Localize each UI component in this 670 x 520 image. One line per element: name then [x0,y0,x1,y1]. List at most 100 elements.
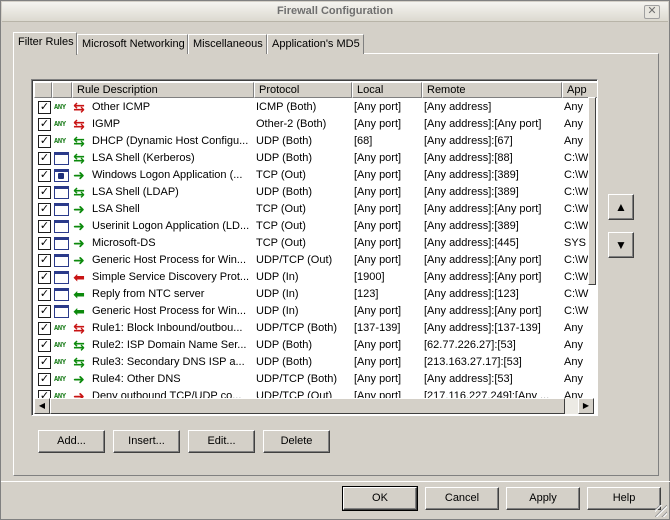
rule-remote-address: [Any address]:[88] [424,152,513,164]
resize-grip-icon[interactable] [655,505,667,517]
firewall-config-window: Firewall Configuration ✕ Filter Rules Mi… [0,0,670,520]
tab-microsoft-networking[interactable]: Microsoft Networking [77,34,188,54]
table-row[interactable]: ✓ ➜ Generic Host Process for Win... UDP/TCP… [34,252,594,269]
rule-enabled-checkbox[interactable]: ✓ [38,152,51,165]
logon-application-icon [54,169,69,182]
scroll-right-arrow-icon[interactable]: ▶ [578,398,594,414]
rule-protocol: TCP (Out) [256,169,306,181]
move-down-button[interactable]: ▼ [608,232,634,258]
rule-description: Simple Service Discovery Prot... [92,271,250,283]
rule-enabled-checkbox[interactable]: ✓ [38,339,51,352]
scroll-left-arrow-icon[interactable]: ◀ [34,398,50,414]
rule-remote-address: [Any address]:[Any port] [424,203,542,215]
delete-rule-button[interactable]: Delete [263,430,330,453]
horizontal-scroll-thumb[interactable] [50,398,565,414]
outbound-allow-arrow-icon: ➜ [73,218,85,234]
rule-local-port: [Any port] [354,152,402,164]
ok-button[interactable]: OK [342,486,418,511]
rule-enabled-checkbox[interactable]: ✓ [38,288,51,301]
rule-protocol: Other-2 (Both) [256,118,327,130]
apply-button[interactable]: Apply [506,487,580,510]
table-row[interactable]: ✓ ➜ LSA Shell TCP (Out) [Any port] [Any addre… [34,201,594,218]
table-row[interactable]: ✓ ➜ Microsoft-DS TCP (Out) [Any port] [Any ad… [34,235,594,252]
rule-protocol: UDP (In) [256,305,299,317]
rule-enabled-checkbox[interactable]: ✓ [38,356,51,369]
bidirectional-allow-arrow-icon: ⇆ [73,184,85,200]
rule-enabled-checkbox[interactable]: ✓ [38,118,51,131]
table-row[interactable]: ✓ ANY ⇆ Rule1: Block Inbound/outbou... UDP/T… [34,320,594,337]
table-row[interactable]: ✓ ➜ Userinit Logon Application (LD... TCP (… [34,218,594,235]
bidirectional-allow-arrow-icon: ⇆ [73,354,85,370]
rule-enabled-checkbox[interactable]: ✓ [38,169,51,182]
rule-enabled-checkbox[interactable]: ✓ [38,373,51,386]
rule-description: Generic Host Process for Win... [92,254,247,266]
rule-remote-address: [Any address]:[Any port] [424,118,542,130]
rule-description: Reply from NTC server [92,288,205,300]
tab-applications-md5[interactable]: Application's MD5 [267,34,364,54]
rule-remote-address: [Any address]:[137-139] [424,322,541,334]
rule-enabled-checkbox[interactable]: ✓ [38,101,51,114]
rule-description: Windows Logon Application (... [92,169,243,181]
header-icon[interactable] [52,82,72,98]
rule-description: LSA Shell (LDAP) [92,186,179,198]
rule-description: LSA Shell [92,203,140,215]
application-window-icon [54,305,69,318]
rule-enabled-checkbox[interactable]: ✓ [38,254,51,267]
table-row[interactable]: ✓ ANY ⇆ DHCP (Dynamic Host Configu... UDP (B… [34,133,594,150]
header-protocol[interactable]: Protocol [254,82,352,98]
rule-enabled-checkbox[interactable]: ✓ [38,271,51,284]
move-up-button[interactable]: ▲ [608,194,634,220]
header-check[interactable] [34,82,52,98]
table-row[interactable]: ✓ ANY ⇆ Other ICMP ICMP (Both) [Any port] [Any… [34,99,594,116]
table-row[interactable]: ✓ ANY ⇆ Rule3: Secondary DNS ISP a... UDP (B… [34,354,594,371]
list-body: ✓ ANY ⇆ Other ICMP ICMP (Both) [Any port] [Any… [34,99,594,403]
list-header: Rule Description Protocol Local Remote A… [34,82,597,98]
rule-protocol: UDP (Both) [256,135,313,147]
tab-miscellaneous[interactable]: Miscellaneous [188,34,267,54]
rules-list[interactable]: Rule Description Protocol Local Remote A… [31,79,598,416]
rule-enabled-checkbox[interactable]: ✓ [38,135,51,148]
add-rule-button[interactable]: Add... [38,430,105,453]
rule-enabled-checkbox[interactable]: ✓ [38,305,51,318]
application-window-icon [54,186,69,199]
application-window-icon [54,203,69,216]
help-button[interactable]: Help [587,487,661,510]
header-remote[interactable]: Remote [422,82,562,98]
cancel-button[interactable]: Cancel [425,487,499,510]
rule-remote-address: [Any address]:[389] [424,169,519,181]
any-application-icon: ANY [54,324,66,332]
rule-enabled-checkbox[interactable]: ✓ [38,186,51,199]
table-row[interactable]: ✓ ➜ Windows Logon Application (... TCP (Out… [34,167,594,184]
rule-local-port: [1900] [354,271,385,283]
bidirectional-allow-arrow-icon: ⇆ [73,150,85,166]
insert-rule-button[interactable]: Insert... [113,430,180,453]
rule-application: Any [564,356,583,368]
table-row[interactable]: ✓ ⬅ Reply from NTC server UDP (In) [123] [Any… [34,286,594,303]
table-row[interactable]: ✓ ⇆ LSA Shell (LDAP) UDP (Both) [Any port] [A… [34,184,594,201]
header-rule-description[interactable]: Rule Description [72,82,254,98]
rule-protocol: UDP (Both) [256,356,313,368]
tab-filter-rules[interactable]: Filter Rules [13,32,77,55]
table-row[interactable]: ✓ ANY ➜ Rule4: Other DNS UDP/TCP (Both) [Any … [34,371,594,388]
table-row[interactable]: ✓ ⇆ LSA Shell (Kerberos) UDP (Both) [Any por… [34,150,594,167]
rule-enabled-checkbox[interactable]: ✓ [38,203,51,216]
rule-enabled-checkbox[interactable]: ✓ [38,220,51,233]
table-row[interactable]: ✓ ⬅ Simple Service Discovery Prot... UDP (I… [34,269,594,286]
rule-description: Rule2: ISP Domain Name Ser... [92,339,247,351]
bidirectional-allow-arrow-icon: ⇆ [73,133,85,149]
table-row[interactable]: ✓ ANY ⇆ Rule2: ISP Domain Name Ser... UDP (B… [34,337,594,354]
header-local[interactable]: Local [352,82,422,98]
horizontal-scrollbar[interactable]: ◀ ▶ [34,398,594,414]
vertical-scroll-thumb[interactable] [588,97,596,285]
rule-enabled-checkbox[interactable]: ✓ [38,322,51,335]
bidirectional-block-arrow-icon: ⇆ [73,320,85,336]
close-button[interactable]: ✕ [644,5,660,19]
rule-enabled-checkbox[interactable]: ✓ [38,237,51,250]
table-row[interactable]: ✓ ANY ⇆ IGMP Other-2 (Both) [Any port] [Any ad… [34,116,594,133]
any-application-icon: ANY [54,103,66,111]
rule-local-port: [Any port] [354,305,402,317]
header-app[interactable]: App [562,82,597,98]
rule-description: DHCP (Dynamic Host Configu... [92,135,249,147]
edit-rule-button[interactable]: Edit... [188,430,255,453]
table-row[interactable]: ✓ ⬅ Generic Host Process for Win... UDP (In… [34,303,594,320]
